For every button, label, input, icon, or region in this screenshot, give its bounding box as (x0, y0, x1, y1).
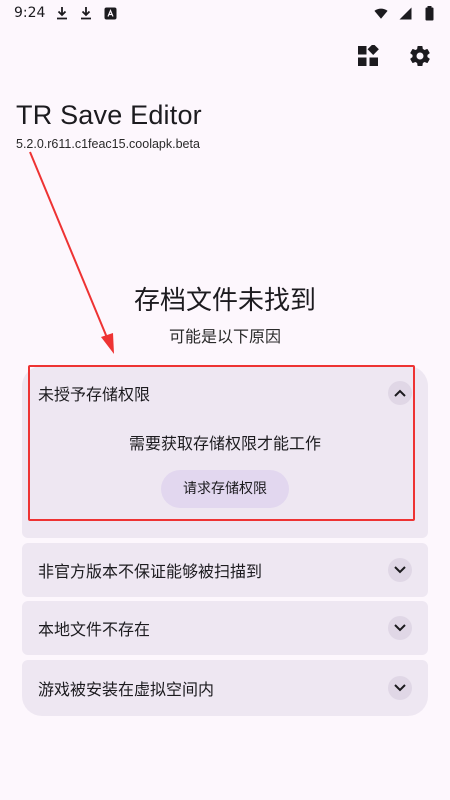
reason-card-virtual-space: 游戏被安装在虚拟空间内 (22, 660, 428, 716)
top-actions (354, 42, 434, 70)
app-title: TR Save Editor (16, 100, 202, 130)
status-time: 9:24 (14, 5, 46, 21)
page-subheadline: 可能是以下原因 (168, 327, 281, 346)
reason-card-storage-permission: 未授予存储权限 需要获取存储权限才能工作 请求存储权限 (22, 366, 428, 538)
chevron-down-icon[interactable] (388, 558, 412, 582)
reason-title: 本地文件不存在 (38, 620, 151, 639)
status-bar: 9:24 (0, 0, 450, 26)
gear-icon[interactable] (406, 42, 434, 70)
reason-title: 未授予存储权限 (38, 385, 151, 404)
reason-header[interactable]: 非官方版本不保证能够被扫描到 (22, 543, 428, 597)
reason-body: 需要获取存储权限才能工作 请求存储权限 (22, 420, 428, 508)
app-version: 5.2.0.r611.c1feac15.coolapk.beta (16, 137, 200, 151)
app-store-icon (103, 6, 117, 20)
reason-header[interactable]: 未授予存储权限 (22, 366, 428, 420)
chevron-down-icon[interactable] (388, 676, 412, 700)
reason-header[interactable]: 游戏被安装在虚拟空间内 (22, 660, 428, 716)
chevron-down-icon[interactable] (388, 616, 412, 640)
reason-title: 游戏被安装在虚拟空间内 (38, 680, 215, 699)
signal-icon (398, 6, 412, 20)
status-left: 9:24 (14, 5, 117, 21)
status-right (374, 5, 436, 20)
wifi-icon (374, 6, 388, 20)
page-headline: 存档文件未找到 (133, 286, 316, 316)
battery-icon (422, 5, 436, 20)
reason-card-unofficial-version: 非官方版本不保证能够被扫描到 (22, 543, 428, 597)
widgets-icon[interactable] (354, 42, 382, 70)
reason-description: 需要获取存储权限才能工作 (128, 434, 321, 453)
download-icon (55, 6, 69, 20)
reason-card-local-file-missing: 本地文件不存在 (22, 601, 428, 655)
reason-header[interactable]: 本地文件不存在 (22, 601, 428, 655)
chevron-up-icon[interactable] (388, 381, 412, 405)
request-storage-permission-button[interactable]: 请求存储权限 (161, 470, 289, 508)
reason-title: 非官方版本不保证能够被扫描到 (38, 562, 263, 581)
download-icon (79, 6, 93, 20)
